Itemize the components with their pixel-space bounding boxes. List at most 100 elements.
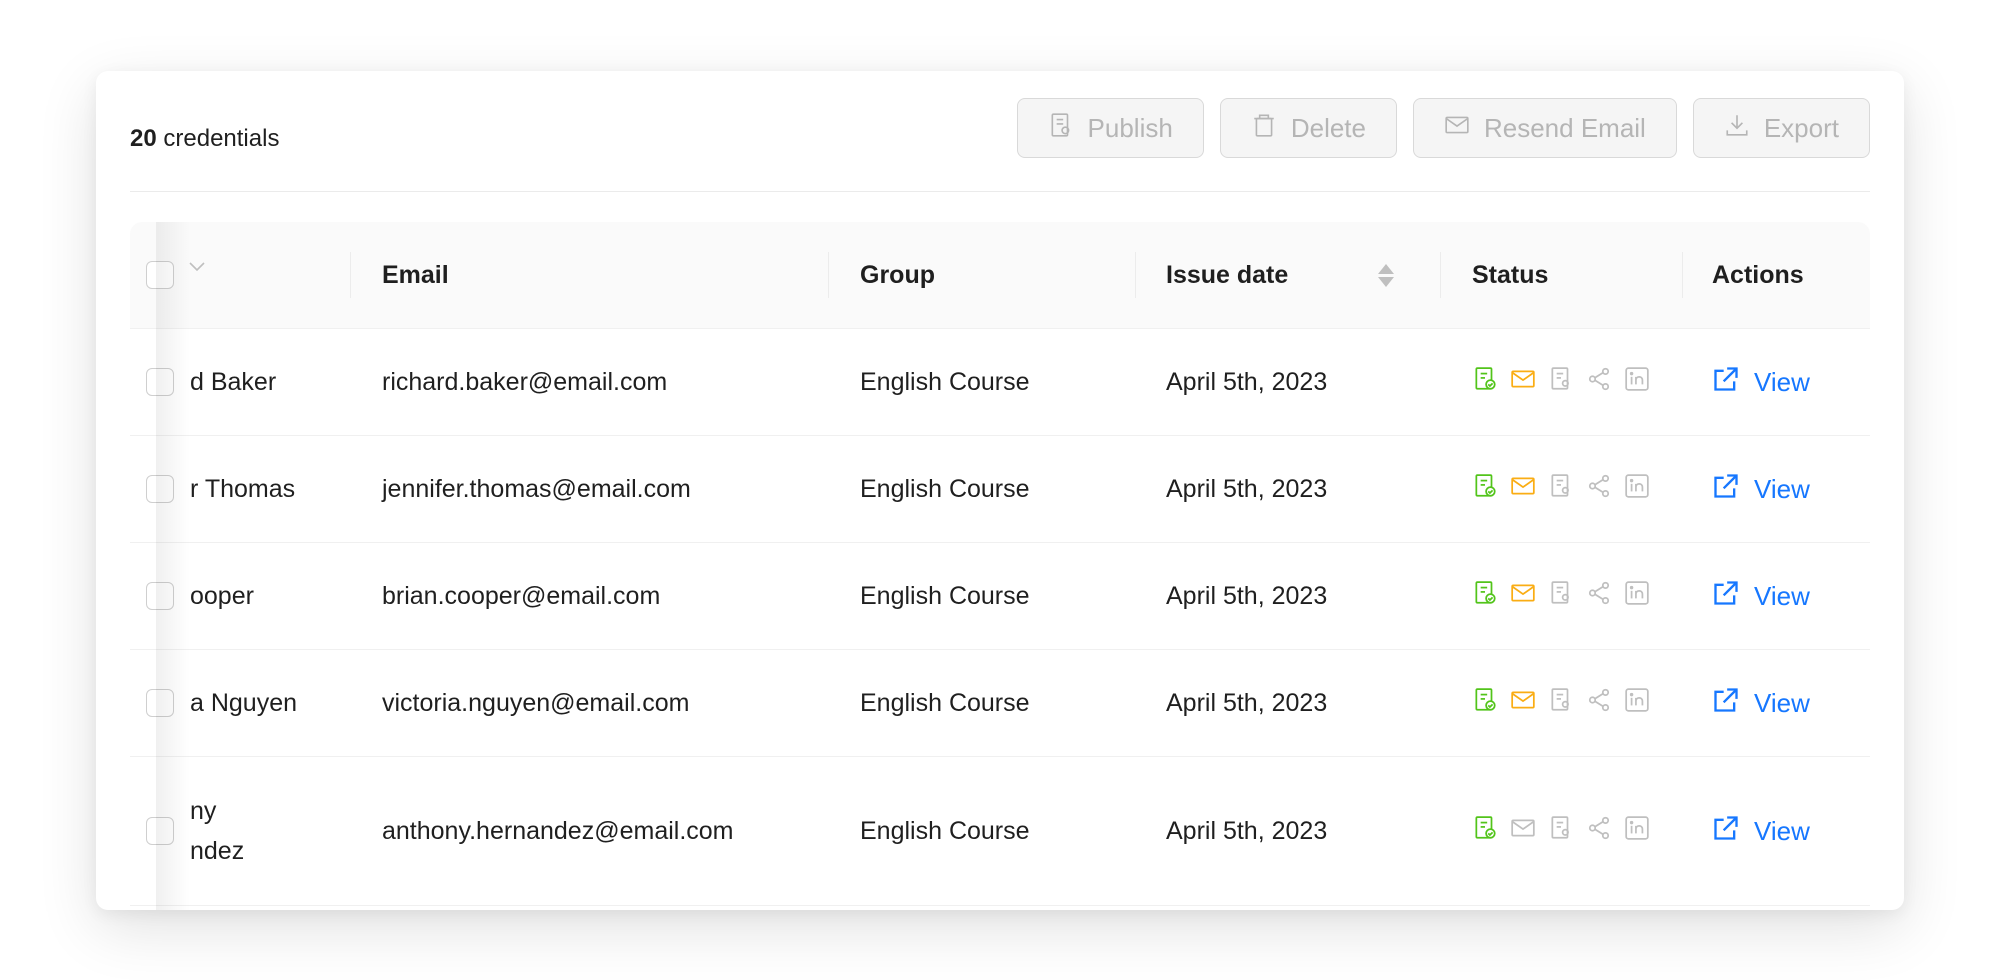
view-label: View bbox=[1754, 687, 1810, 718]
view-link[interactable]: View bbox=[1712, 650, 1810, 756]
chevron-down-icon[interactable] bbox=[188, 260, 206, 279]
view-link[interactable]: View bbox=[1712, 543, 1810, 649]
row-checkbox[interactable] bbox=[146, 817, 174, 845]
share-icon[interactable] bbox=[1586, 687, 1612, 720]
issue-date-cell: April 5th, 2023 bbox=[1166, 367, 1328, 396]
email-cell: anthony.hernandez@email.com bbox=[382, 816, 734, 845]
document-icon[interactable] bbox=[1548, 815, 1574, 848]
share-icon[interactable] bbox=[1586, 815, 1612, 848]
row-checkbox[interactable] bbox=[146, 582, 174, 610]
certificate-icon[interactable] bbox=[1472, 815, 1498, 848]
external-link-icon bbox=[1712, 472, 1740, 507]
email-cell: jennifer.thomas@email.com bbox=[382, 474, 691, 503]
linkedin-icon[interactable] bbox=[1624, 366, 1650, 399]
table-toolbar: 20 credentials Publish Delete Resend Ema… bbox=[130, 71, 1870, 192]
status-cell bbox=[1472, 543, 1650, 649]
resend-email-button[interactable]: Resend Email bbox=[1412, 98, 1677, 158]
publish-button[interactable]: Publish bbox=[1016, 98, 1204, 158]
email-cell: brian.cooper@email.com bbox=[382, 581, 661, 610]
sort-icon[interactable] bbox=[1378, 222, 1394, 328]
credentials-count-label: credentials bbox=[163, 125, 280, 152]
view-link[interactable]: View bbox=[1712, 436, 1810, 542]
document-icon[interactable] bbox=[1548, 687, 1574, 720]
table-row: r Thomas jennifer.thomas@email.com Engli… bbox=[130, 436, 1870, 543]
column-separator bbox=[1682, 252, 1683, 298]
view-label: View bbox=[1754, 473, 1810, 504]
external-link-icon bbox=[1712, 579, 1740, 614]
certificate-icon[interactable] bbox=[1472, 473, 1498, 506]
export-button[interactable]: Export bbox=[1692, 98, 1870, 158]
external-link-icon bbox=[1712, 686, 1740, 721]
mail-icon[interactable] bbox=[1510, 580, 1536, 613]
group-cell: English Course bbox=[860, 688, 1030, 717]
column-header-status: Status bbox=[1472, 260, 1549, 289]
share-icon[interactable] bbox=[1586, 473, 1612, 506]
view-link[interactable]: View bbox=[1712, 757, 1810, 905]
table-row: ny ndez anthony.hernandez@email.com Engl… bbox=[130, 757, 1870, 906]
credentials-table: Email Group Issue date Status Actions d … bbox=[130, 222, 1870, 910]
linkedin-icon[interactable] bbox=[1624, 687, 1650, 720]
status-cell bbox=[1472, 436, 1650, 542]
group-cell: English Course bbox=[860, 816, 1030, 845]
recipient-name-line2: ndez bbox=[190, 837, 245, 865]
table-row: a Nguyen victoria.nguyen@email.com Engli… bbox=[130, 650, 1870, 757]
trash-icon bbox=[1251, 112, 1277, 145]
download-icon bbox=[1724, 112, 1750, 145]
email-cell: victoria.nguyen@email.com bbox=[382, 688, 690, 717]
certificate-icon[interactable] bbox=[1472, 687, 1498, 720]
credentials-count-number: 20 bbox=[130, 125, 157, 152]
linkedin-icon[interactable] bbox=[1624, 580, 1650, 613]
publish-icon bbox=[1048, 112, 1074, 145]
row-checkbox[interactable] bbox=[146, 689, 174, 717]
select-all-checkbox[interactable] bbox=[146, 261, 174, 289]
recipient-name: r Thomas bbox=[190, 474, 296, 503]
column-separator bbox=[350, 252, 351, 298]
group-cell: English Course bbox=[860, 367, 1030, 396]
share-icon[interactable] bbox=[1586, 580, 1612, 613]
publish-label: Publish bbox=[1087, 112, 1173, 143]
view-link[interactable]: View bbox=[1712, 329, 1810, 435]
table-row: d Baker richard.baker@email.com English … bbox=[130, 329, 1870, 436]
external-link-icon bbox=[1712, 814, 1740, 849]
column-header-email[interactable]: Email bbox=[382, 222, 449, 328]
name-cell: r Thomas bbox=[190, 436, 350, 542]
mail-icon[interactable] bbox=[1510, 366, 1536, 399]
delete-label: Delete bbox=[1290, 112, 1366, 143]
column-header-group[interactable]: Group bbox=[860, 222, 935, 328]
issue-date-cell: April 5th, 2023 bbox=[1166, 688, 1328, 717]
mail-icon[interactable] bbox=[1510, 815, 1536, 848]
mail-icon bbox=[1444, 112, 1470, 145]
row-checkbox[interactable] bbox=[146, 475, 174, 503]
view-label: View bbox=[1754, 580, 1810, 611]
credentials-count: 20 credentials bbox=[130, 125, 279, 153]
row-checkbox[interactable] bbox=[146, 368, 174, 396]
share-icon[interactable] bbox=[1586, 366, 1612, 399]
issue-date-cell: April 5th, 2023 bbox=[1166, 581, 1328, 610]
mail-icon[interactable] bbox=[1510, 687, 1536, 720]
status-cell bbox=[1472, 757, 1650, 905]
certificate-icon[interactable] bbox=[1472, 580, 1498, 613]
group-cell: English Course bbox=[860, 581, 1030, 610]
table-header: Email Group Issue date Status Actions bbox=[130, 222, 1870, 329]
linkedin-icon[interactable] bbox=[1624, 815, 1650, 848]
document-icon[interactable] bbox=[1548, 580, 1574, 613]
export-label: Export bbox=[1763, 112, 1839, 143]
linkedin-icon[interactable] bbox=[1624, 473, 1650, 506]
group-cell: English Course bbox=[860, 474, 1030, 503]
document-icon[interactable] bbox=[1548, 473, 1574, 506]
column-header-issue-date[interactable]: Issue date bbox=[1166, 222, 1288, 328]
document-icon[interactable] bbox=[1548, 366, 1574, 399]
certificate-icon[interactable] bbox=[1472, 366, 1498, 399]
view-label: View bbox=[1754, 815, 1810, 846]
mail-icon[interactable] bbox=[1510, 473, 1536, 506]
recipient-name: d Baker bbox=[190, 367, 277, 396]
name-cell: d Baker bbox=[190, 329, 350, 435]
recipient-name: ooper bbox=[190, 581, 254, 610]
delete-button[interactable]: Delete bbox=[1219, 98, 1397, 158]
issue-date-cell: April 5th, 2023 bbox=[1166, 474, 1328, 503]
name-cell: ooper bbox=[190, 543, 350, 649]
column-header-actions: Actions bbox=[1712, 260, 1804, 289]
status-cell bbox=[1472, 650, 1650, 756]
table-row: ooper brian.cooper@email.com English Cou… bbox=[130, 543, 1870, 650]
status-cell bbox=[1472, 329, 1650, 435]
